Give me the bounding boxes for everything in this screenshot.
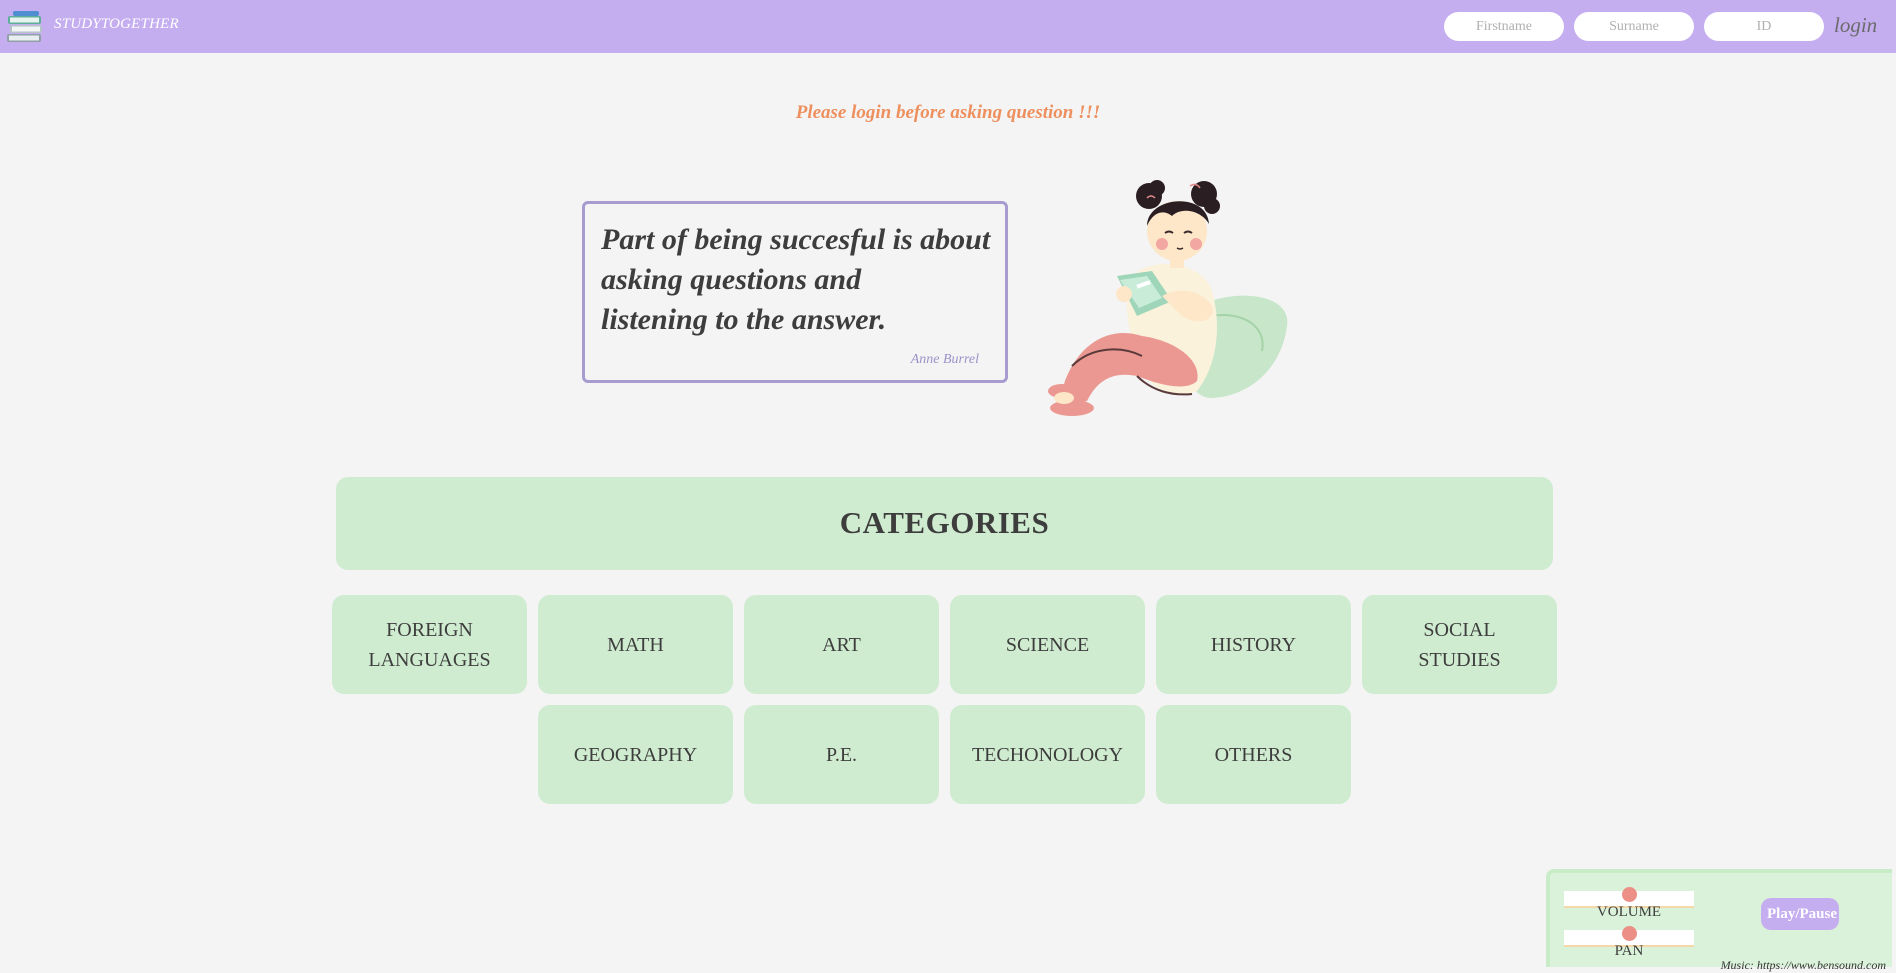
- category-foreign-languages[interactable]: FOREIGN LANGUAGES: [332, 595, 527, 694]
- category-social-studies[interactable]: SOCIAL STUDIES: [1362, 595, 1557, 694]
- category-geography[interactable]: GEOGRAPHY: [538, 705, 733, 804]
- category-label: MATH: [607, 633, 664, 656]
- brand-name[interactable]: STUDYTOGETHER: [54, 16, 179, 33]
- girl-reading-book-illustration: [1048, 180, 1288, 416]
- category-pe[interactable]: P.E.: [744, 705, 939, 804]
- category-label: SCIENCE: [1005, 633, 1090, 656]
- quote-line-2: asking questions and: [601, 263, 862, 296]
- category-label: FOREIGN LANGUAGES: [368, 618, 491, 671]
- pan-slider-thumb[interactable]: [1621, 926, 1637, 941]
- firstname-input[interactable]: [1444, 12, 1564, 41]
- category-label: HISTORY: [1210, 633, 1297, 656]
- category-label: OTHERS: [1214, 743, 1293, 766]
- category-others[interactable]: OTHERS: [1156, 705, 1351, 804]
- music-player: VOLUME PAN Play/Pause Music: https://www…: [1546, 869, 1892, 972]
- quote-line-1: Part of being succesful is about: [601, 223, 991, 256]
- volume-slider-thumb[interactable]: [1621, 887, 1637, 902]
- surname-input[interactable]: [1574, 12, 1694, 41]
- category-technology[interactable]: TECHONOLOGY: [950, 705, 1145, 804]
- category-art[interactable]: ART: [744, 595, 939, 694]
- login-notice: Please login before asking question !!!: [795, 102, 1101, 123]
- category-label: TECHONOLOGY: [971, 743, 1124, 766]
- book-stack-icon[interactable]: [5, 10, 45, 44]
- categories-header: CATEGORIES: [336, 477, 1553, 570]
- volume-label: VOLUME: [1596, 904, 1662, 920]
- category-label: ART: [822, 633, 861, 656]
- category-label: P.E.: [825, 743, 858, 766]
- id-input[interactable]: [1704, 12, 1824, 41]
- login-link[interactable]: login: [1834, 13, 1877, 38]
- top-navbar: STUDYTOGETHER login: [0, 0, 1896, 53]
- categories-title: CATEGORIES: [839, 505, 1050, 540]
- category-history[interactable]: HISTORY: [1156, 595, 1351, 694]
- category-label: SOCIAL STUDIES: [1418, 618, 1501, 671]
- quote-text: Part of being succesful is about asking …: [601, 220, 1001, 340]
- category-science[interactable]: SCIENCE: [950, 595, 1145, 694]
- quote-box: Part of being succesful is about asking …: [582, 201, 1008, 383]
- play-pause-button[interactable]: Play/Pause: [1761, 898, 1839, 930]
- quote-author: Anne Burrel: [910, 352, 979, 367]
- music-credit: Music: https://www.bensound.com: [1720, 958, 1886, 972]
- category-math[interactable]: MATH: [538, 595, 733, 694]
- category-label: GEOGRAPHY: [573, 743, 698, 766]
- pan-label: PAN: [1614, 943, 1644, 959]
- quote-line-3: listening to the answer.: [601, 303, 887, 336]
